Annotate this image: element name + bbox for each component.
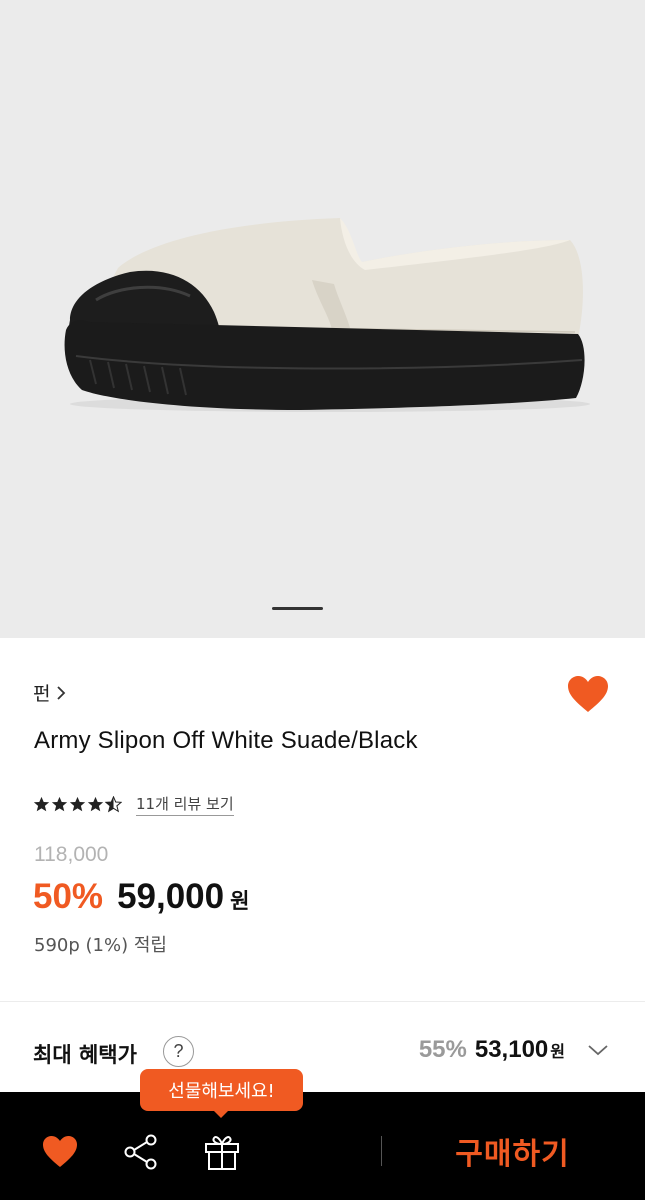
gift-tooltip-tail	[212, 1109, 230, 1118]
chevron-right-icon	[56, 685, 66, 701]
discount-rate: 50%	[33, 877, 104, 916]
star-half-icon	[105, 796, 122, 813]
product-image-carousel[interactable]	[0, 0, 645, 638]
star-full-icon	[87, 796, 104, 812]
gift-icon[interactable]	[202, 1132, 242, 1172]
benefit-rate: 55%	[418, 1036, 467, 1063]
benefit-price-group: 55% 53,100 원	[419, 1036, 609, 1064]
bar-divider	[381, 1136, 382, 1166]
rating-stars	[33, 796, 122, 813]
heart-icon[interactable]	[566, 674, 610, 714]
share-icon[interactable]	[121, 1132, 161, 1172]
currency-label: 원	[230, 889, 250, 913]
heart-icon[interactable]	[40, 1132, 80, 1172]
carousel-indicator	[272, 607, 323, 610]
product-image	[64, 218, 590, 412]
points-info: 590p (1%) 적립	[34, 935, 167, 956]
max-benefit-row[interactable]: 최대 혜택가 ? 55% 53,100 원	[0, 1030, 645, 1076]
chevron-down-icon[interactable]	[587, 1043, 609, 1057]
product-title: Army Slipon Off White Suade/Black	[34, 727, 418, 754]
section-divider	[0, 1001, 645, 1002]
help-icon[interactable]: ?	[163, 1036, 194, 1067]
buy-button[interactable]: 구매하기	[400, 1120, 625, 1182]
star-full-icon	[33, 796, 50, 812]
rating-row: 11개 리뷰 보기	[33, 793, 234, 816]
star-full-icon	[69, 796, 86, 812]
star-full-icon	[51, 796, 68, 812]
benefit-label: 최대 혜택가	[33, 1043, 137, 1067]
sale-price: 59,000	[117, 877, 225, 916]
benefit-currency: 원	[550, 1042, 565, 1061]
brand-link[interactable]: 펀	[33, 679, 66, 706]
original-price: 118,000	[34, 843, 109, 866]
review-link[interactable]: 11개 리뷰 보기	[136, 793, 234, 816]
price-row: 50% 59,000 원	[33, 877, 249, 917]
gift-tooltip: 선물해보세요!	[140, 1069, 303, 1111]
brand-name: 펀	[33, 683, 51, 705]
benefit-price: 53,100	[474, 1036, 549, 1063]
